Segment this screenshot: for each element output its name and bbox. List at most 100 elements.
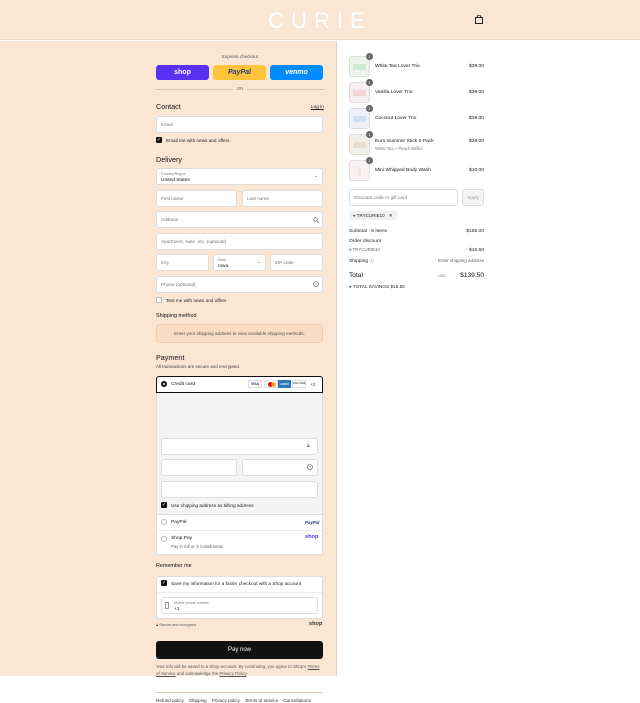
apartment-field[interactable]: Apartment, suite, etc. (optional) [156, 233, 323, 250]
cart-item: 1 [349, 79, 373, 103]
mobile-phone-field[interactable]: Mobile phone number +1 [161, 597, 318, 614]
amex-logo: AMEX [278, 380, 291, 388]
paypal-radio[interactable] [161, 519, 167, 525]
help-icon[interactable]: ? [313, 281, 319, 287]
mobile-phone-icon [165, 602, 169, 609]
item-variant: White Tea + Peach Bellini [375, 146, 423, 151]
total-label: Total [349, 272, 363, 279]
zip-field[interactable]: ZIP code [270, 254, 323, 271]
more-cards-count: +3 [310, 382, 316, 387]
mastercard-logo [264, 380, 278, 388]
item-price: $39.00 [469, 116, 484, 121]
country-value: United States [161, 178, 190, 183]
text-news-checkbox[interactable] [156, 297, 162, 303]
shipping-summary-value: Enter shipping address [437, 258, 484, 263]
lock-icon: 🔒︎ [307, 443, 310, 449]
refund-policy-link[interactable]: Refund policy [156, 698, 184, 703]
card-number-input[interactable] [161, 438, 318, 455]
divider [156, 692, 323, 693]
checkout-form-panel: Express checkout shop PayPal venmo OR Co… [0, 41, 337, 703]
phone-field[interactable]: Phone (optional) [156, 276, 323, 293]
save-info-checkbox[interactable]: ✓ [161, 580, 167, 586]
quantity-badge: 1 [366, 105, 373, 112]
delivery-heading: Delivery [156, 155, 182, 164]
total-savings: ⌖ TOTAL SAVINGS $15.50 [349, 284, 405, 289]
paypal-button[interactable]: PayPal [213, 65, 266, 80]
chevron-down-icon: ⌄ [257, 259, 262, 265]
terms-of-service-footer-link[interactable]: Terms of service [245, 698, 278, 703]
order-discount-value: - $15.50 [466, 248, 484, 253]
item-price: $39.00 [469, 64, 484, 69]
country-label: Country/Region [161, 172, 186, 176]
shopping-bag-icon[interactable] [475, 15, 483, 24]
shop-pay-button[interactable]: shop [156, 65, 209, 80]
email-field[interactable]: Email [156, 116, 323, 133]
quantity-badge: 1 [366, 79, 373, 86]
item-price: $28.00 [469, 139, 484, 144]
contact-heading: Contact [156, 102, 181, 111]
venmo-button[interactable]: venmo [270, 65, 323, 80]
shipping-summary-text: Shipping [349, 259, 369, 264]
total-value: $139.50 [460, 272, 484, 279]
privacy-policy-footer-link[interactable]: Privacy policy [212, 698, 240, 703]
privacy-policy-link[interactable]: Privacy Policy [220, 671, 247, 676]
cart-item: 1 [349, 53, 373, 77]
paypal-option-label[interactable]: PayPal [171, 520, 187, 525]
first-name-field[interactable]: First name [156, 190, 237, 207]
item-name: Mini Whipped Body Wash [375, 168, 431, 173]
subtotal-value: $155.00 [466, 229, 484, 234]
email-news-checkbox[interactable]: ✓ [156, 137, 162, 143]
quantity-badge: 1 [366, 131, 373, 138]
discount-tag: ⌖ TRYCURIE10 ✕ [349, 211, 397, 220]
remember-me-heading: Remember me [156, 563, 192, 569]
search-icon [313, 217, 319, 223]
brand-logo[interactable]: CURIE [0, 8, 640, 34]
help-icon[interactable]: ⓘ [369, 258, 373, 263]
footer-links: Refund policy Shipping Privacy policy Te… [156, 698, 311, 703]
state-value: Iowa [218, 264, 229, 269]
apply-discount-button[interactable]: Apply [462, 189, 484, 206]
order-discount-code: ⌖ TRYCURIE10 [349, 247, 380, 252]
express-checkout-title: Express checkout [221, 54, 259, 59]
city-field[interactable]: City [156, 254, 209, 271]
discount-tag-code: TRYCURIE10 [356, 213, 385, 218]
payment-subtitle: All transactions are secure and encrypte… [156, 364, 241, 369]
terms-and: and acknowledge the [176, 671, 219, 676]
credit-card-radio[interactable] [161, 381, 167, 387]
credit-card-label: Credit card [171, 382, 195, 387]
cancellations-link[interactable]: Cancellations [283, 698, 311, 703]
cart-item: 1 [349, 131, 373, 155]
item-name: Euro Summer Stick 2-Pack [375, 139, 434, 144]
visa-logo: VISA [248, 380, 262, 388]
svg-text:?: ? [309, 465, 311, 469]
divider [157, 592, 322, 593]
close-icon[interactable]: ✕ [389, 213, 393, 218]
name-on-card-field[interactable] [161, 481, 318, 498]
subtotal-label: Subtotal · 5 items [349, 229, 388, 234]
cart-item: 1 [349, 105, 373, 129]
quantity-badge: 1 [366, 53, 373, 60]
last-name-field[interactable]: Last name [242, 190, 323, 207]
divider [157, 530, 322, 531]
shipping-info-text: Enter your shipping address to view avai… [174, 331, 305, 336]
shop-pay-option-label[interactable]: Shop Pay [171, 536, 192, 541]
shipping-policy-link[interactable]: Shipping [189, 698, 207, 703]
discount-code-field[interactable]: Discount code or gift card [349, 189, 458, 206]
help-icon[interactable]: ? [307, 464, 313, 470]
mobile-phone-value: +1 [174, 607, 180, 612]
shop-pay-radio[interactable] [161, 536, 167, 542]
payment-heading: Payment [156, 353, 185, 362]
address-field[interactable]: Address [156, 211, 323, 228]
country-select[interactable]: Country/Region United States [156, 168, 323, 185]
shipping-info-box: Enter your shipping address to view avai… [156, 324, 323, 343]
expiration-field[interactable] [161, 459, 237, 476]
shop-logo: shop [305, 534, 319, 540]
email-news-label: Email me with news and offers [166, 138, 230, 143]
item-price: $39.00 [469, 90, 484, 95]
shipping-method-heading: Shipping method [156, 313, 197, 319]
login-link[interactable]: Log in [311, 104, 324, 109]
billing-address-checkbox[interactable]: ✓ [161, 502, 167, 508]
cart-item: 1 [349, 157, 373, 181]
pay-now-button[interactable]: Pay now [156, 641, 323, 659]
mobile-phone-label: Mobile phone number [174, 601, 209, 605]
